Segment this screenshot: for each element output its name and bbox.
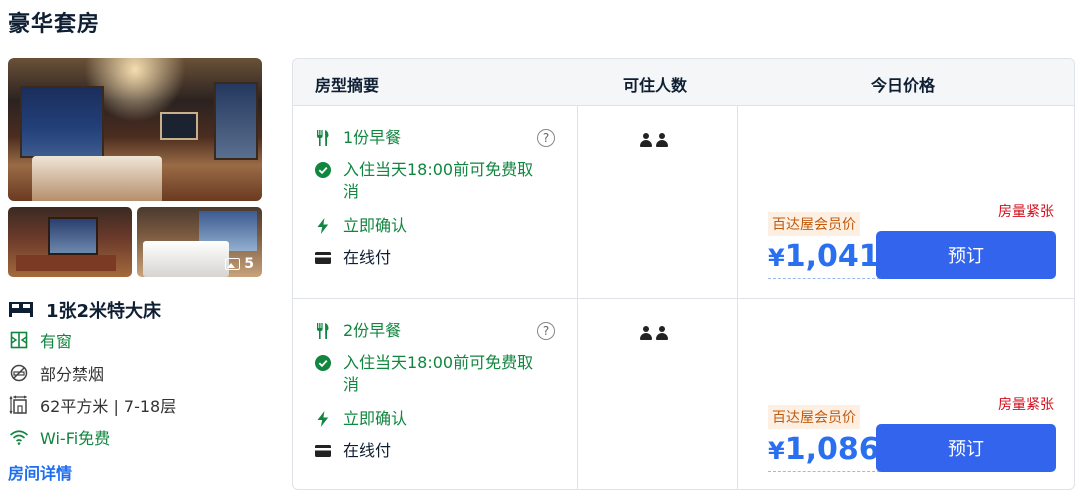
instant-confirm: 立即确认 (315, 215, 407, 237)
header-occupancy: 可住人数 (623, 76, 688, 95)
photo-count-badge: 5 (225, 256, 254, 272)
room-title: 豪华套房 (8, 12, 101, 37)
room-main-photo[interactable] (8, 58, 262, 201)
check-circle-icon (315, 162, 331, 178)
rate-row-1: 1份早餐 ? 入住当天18:00前可免费取消 立即确认 在线付 房量紧张 百达屋… (293, 105, 1074, 298)
person-icon (640, 133, 652, 147)
image-icon (225, 258, 241, 270)
instant-confirm: 立即确认 (315, 408, 407, 430)
facility-smoking: 部分禁烟 (8, 361, 104, 385)
book-button[interactable]: 预订 (876, 424, 1056, 472)
header-price: 今日价格 (871, 76, 936, 95)
fork-knife-icon (315, 130, 331, 146)
check-circle-icon (315, 355, 331, 371)
room-photo-thumbnail-2[interactable]: 5 (137, 207, 262, 277)
book-button[interactable]: 预订 (876, 231, 1056, 279)
area-icon (8, 395, 30, 415)
fork-knife-icon (315, 323, 331, 339)
price-value: ¥1,041 (768, 239, 880, 279)
photo-count: 5 (244, 256, 254, 272)
facility-area: 62平方米 | 7-18层 (8, 393, 176, 417)
breakfast-info: 1份早餐 (315, 127, 401, 149)
header-room-summary: 房型摘要 (315, 76, 380, 95)
breakfast-info: 2份早餐 (315, 320, 401, 342)
bed-label: 1张2米特大床 (46, 301, 162, 322)
room-photo-thumbnail-1[interactable] (8, 207, 132, 277)
person-icon (640, 326, 652, 340)
breakfast-help-icon[interactable]: ? (537, 129, 555, 147)
bed-type: 1张2米特大床 (8, 297, 161, 323)
table-header: 房型摘要 可住人数 今日价格 (293, 59, 1074, 106)
rate-row-2: 2份早餐 ? 入住当天18:00前可免费取消 立即确认 在线付 房量紧张 百达屋… (293, 299, 1074, 489)
payment-method: 在线付 (315, 247, 391, 269)
person-icon (656, 133, 668, 147)
guest-capacity (640, 133, 668, 147)
facility-window: 有窗 (8, 328, 72, 352)
facility-wifi: Wi-Fi免费 (8, 425, 110, 449)
lightning-icon (315, 218, 331, 234)
window-icon (8, 330, 30, 350)
member-price-label: 百达屋会员价 (768, 212, 860, 236)
member-price-label: 百达屋会员价 (768, 405, 860, 429)
room-availability-alert: 房量紧张 (998, 397, 1054, 413)
breakfast-help-icon[interactable]: ? (537, 322, 555, 340)
bed-icon (8, 299, 34, 322)
wifi-icon (8, 427, 30, 447)
no-smoking-icon (8, 363, 30, 383)
cancellation-policy: 入住当天18:00前可免费取消 (315, 159, 533, 203)
guest-capacity (640, 326, 668, 340)
price-value: ¥1,086 (768, 432, 880, 472)
card-icon (315, 250, 331, 264)
card-icon (315, 443, 331, 457)
person-icon (656, 326, 668, 340)
payment-method: 在线付 (315, 440, 391, 462)
lightning-icon (315, 411, 331, 427)
room-availability-alert: 房量紧张 (998, 204, 1054, 220)
rate-table: 房型摘要 可住人数 今日价格 1份早餐 ? 入住当天18:00前可免费取消 立即… (292, 58, 1075, 490)
room-details-link[interactable]: 房间详情 (8, 460, 72, 484)
cancellation-policy: 入住当天18:00前可免费取消 (315, 352, 533, 396)
